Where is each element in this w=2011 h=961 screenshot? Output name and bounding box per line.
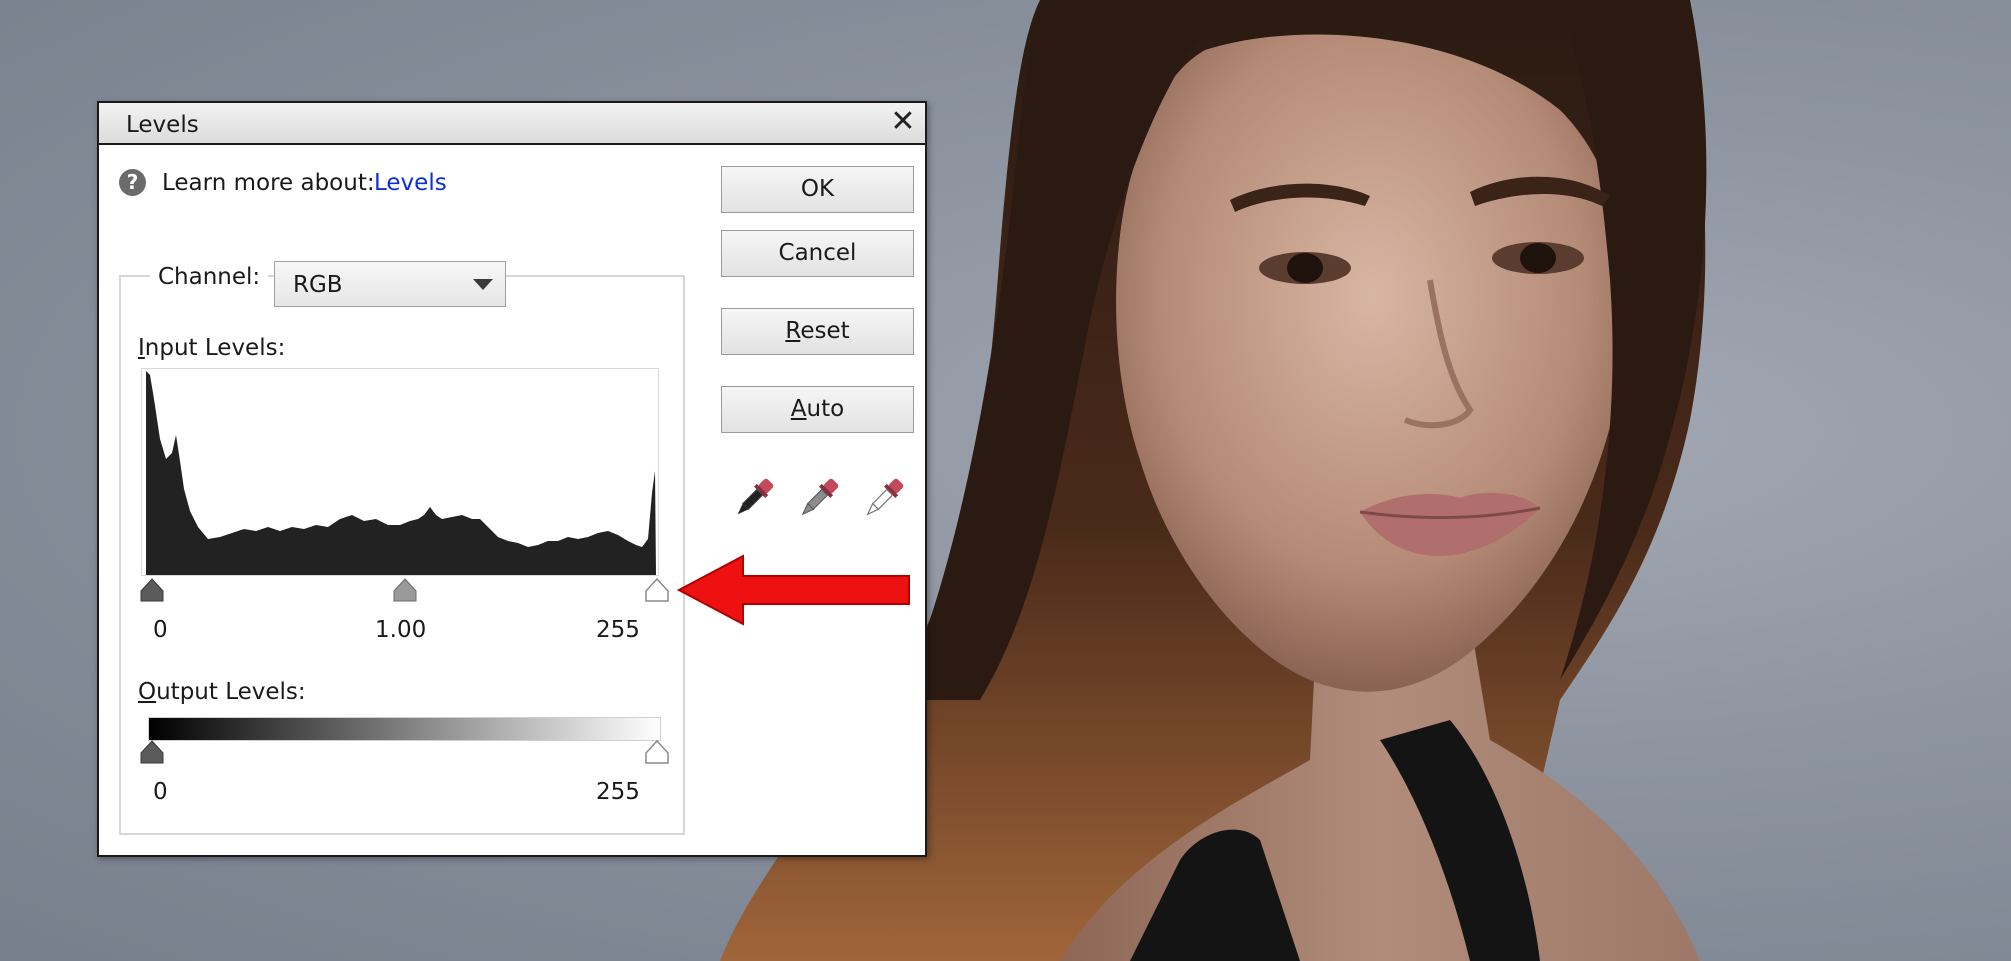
- input-black-slider[interactable]: [139, 577, 165, 603]
- input-white-slider[interactable]: [644, 577, 670, 603]
- reset-button[interactable]: Reset: [721, 308, 914, 355]
- gray-eyedropper-icon[interactable]: [794, 473, 844, 523]
- white-eyedropper-icon[interactable]: [859, 473, 909, 523]
- input-gamma-slider[interactable]: [392, 577, 418, 603]
- output-levels-label-text: utput Levels:: [156, 679, 306, 705]
- histogram: [146, 371, 656, 575]
- input-black-value[interactable]: 0: [153, 617, 168, 643]
- learn-more-label: Learn more about:: [162, 170, 375, 196]
- input-white-value[interactable]: 255: [596, 617, 640, 643]
- input-levels-label-text: nput Levels:: [144, 335, 286, 361]
- chevron-down-icon: [473, 279, 493, 290]
- learn-more-link[interactable]: Levels: [374, 170, 447, 196]
- output-gradient-bar: [148, 717, 661, 741]
- cancel-button[interactable]: Cancel: [721, 230, 914, 277]
- black-eyedropper-icon[interactable]: [729, 473, 779, 523]
- auto-label-rest: uto: [806, 396, 845, 422]
- dialog-title: Levels: [126, 112, 199, 138]
- auto-mnemonic: A: [790, 396, 807, 422]
- output-levels-mnemonic: O: [138, 679, 157, 705]
- annotation-arrow-icon: [677, 554, 910, 626]
- channel-selected-value: RGB: [293, 272, 343, 298]
- input-levels-label: Input Levels:: [138, 335, 285, 361]
- input-gamma-value[interactable]: 1.00: [375, 617, 426, 643]
- output-black-value[interactable]: 0: [153, 779, 168, 805]
- reset-mnemonic: R: [785, 318, 801, 344]
- output-black-slider[interactable]: [139, 739, 165, 765]
- question-icon: ?: [119, 169, 146, 196]
- levels-dialog: Levels ✕ ? Learn more about: Levels Chan…: [97, 101, 927, 857]
- auto-button[interactable]: Auto: [721, 386, 914, 433]
- dialog-titlebar[interactable]: Levels ✕: [99, 103, 925, 145]
- ok-button[interactable]: OK: [721, 166, 914, 213]
- reset-label-rest: eset: [800, 318, 850, 344]
- close-icon[interactable]: ✕: [887, 106, 919, 138]
- histogram-fill: [146, 371, 656, 575]
- histogram-frame: [141, 368, 659, 576]
- input-levels-mnemonic: I: [138, 335, 145, 361]
- channel-label: Channel:: [150, 264, 269, 290]
- output-levels-label: Output Levels:: [138, 679, 306, 705]
- channel-dropdown[interactable]: RGB: [274, 261, 506, 307]
- output-white-value[interactable]: 255: [596, 779, 640, 805]
- output-white-slider[interactable]: [644, 739, 670, 765]
